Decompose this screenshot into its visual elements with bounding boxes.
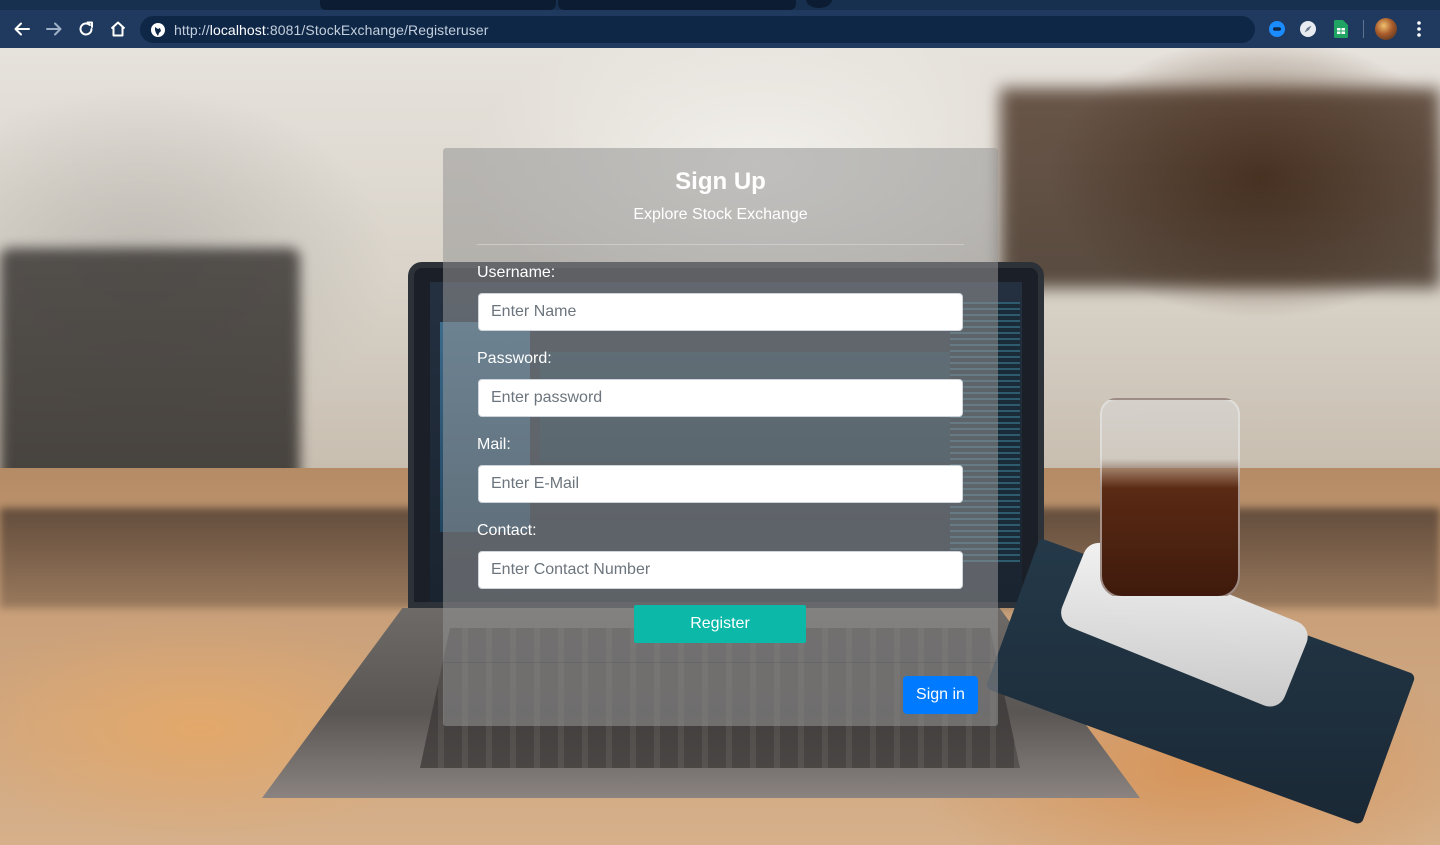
background-glass — [1100, 398, 1240, 598]
card-footer-divider — [443, 662, 998, 663]
email-input[interactable] — [478, 465, 963, 503]
browser-menu-button[interactable] — [1410, 18, 1428, 40]
compass-extension-icon — [1300, 21, 1316, 37]
page-background: Sign Up Explore Stock Exchange Username:… — [0, 48, 1440, 845]
sheets-extension-icon — [1334, 20, 1348, 38]
home-button[interactable] — [106, 17, 130, 41]
url-host: localhost — [209, 21, 266, 38]
url-text[interactable]: http://localhost:8081/StockExchange/Regi… — [174, 22, 489, 38]
signup-subtitle: Explore Stock Exchange — [633, 206, 808, 223]
password-input[interactable] — [478, 379, 963, 417]
extension-button[interactable] — [1332, 20, 1350, 38]
new-tab-button[interactable] — [806, 0, 832, 8]
reload-button[interactable] — [74, 17, 98, 41]
home-icon — [110, 21, 126, 37]
profile-avatar[interactable] — [1375, 18, 1397, 40]
forward-button[interactable] — [42, 17, 66, 41]
username-label: Username: — [477, 264, 556, 281]
toolbar-separator — [1363, 20, 1364, 38]
browser-tab[interactable] — [558, 0, 796, 10]
signup-title: Sign Up — [675, 168, 766, 195]
card-divider — [477, 244, 964, 245]
back-button[interactable] — [10, 17, 34, 41]
browser-tab[interactable] — [320, 0, 556, 10]
mail-label: Mail: — [477, 436, 511, 453]
arrow-right-icon — [46, 22, 62, 36]
contact-label: Contact: — [477, 522, 537, 539]
arrow-left-icon — [14, 22, 30, 36]
globe-icon[interactable] — [150, 22, 166, 38]
signup-card: Sign Up Explore Stock Exchange Username:… — [443, 148, 998, 726]
disc-extension-icon — [1269, 21, 1285, 37]
contact-number-input[interactable] — [478, 551, 963, 589]
extension-button[interactable] — [1268, 20, 1286, 38]
reload-icon — [79, 21, 93, 36]
register-button[interactable]: Register — [634, 605, 806, 643]
url-scheme: http:// — [174, 21, 210, 38]
tab-strip — [0, 0, 1440, 10]
address-bar[interactable]: http://localhost:8081/StockExchange/Regi… — [140, 16, 1255, 43]
url-path: :8081/StockExchange/Registeruser — [265, 21, 489, 38]
username-input[interactable] — [478, 293, 963, 331]
background-cabinet — [1000, 88, 1440, 288]
extension-button[interactable] — [1299, 20, 1317, 38]
browser-toolbar: http://localhost:8081/StockExchange/Regi… — [0, 0, 1440, 48]
kebab-menu-icon — [1417, 21, 1421, 37]
password-label: Password: — [477, 350, 552, 367]
sign-in-button[interactable]: Sign in — [903, 676, 978, 714]
